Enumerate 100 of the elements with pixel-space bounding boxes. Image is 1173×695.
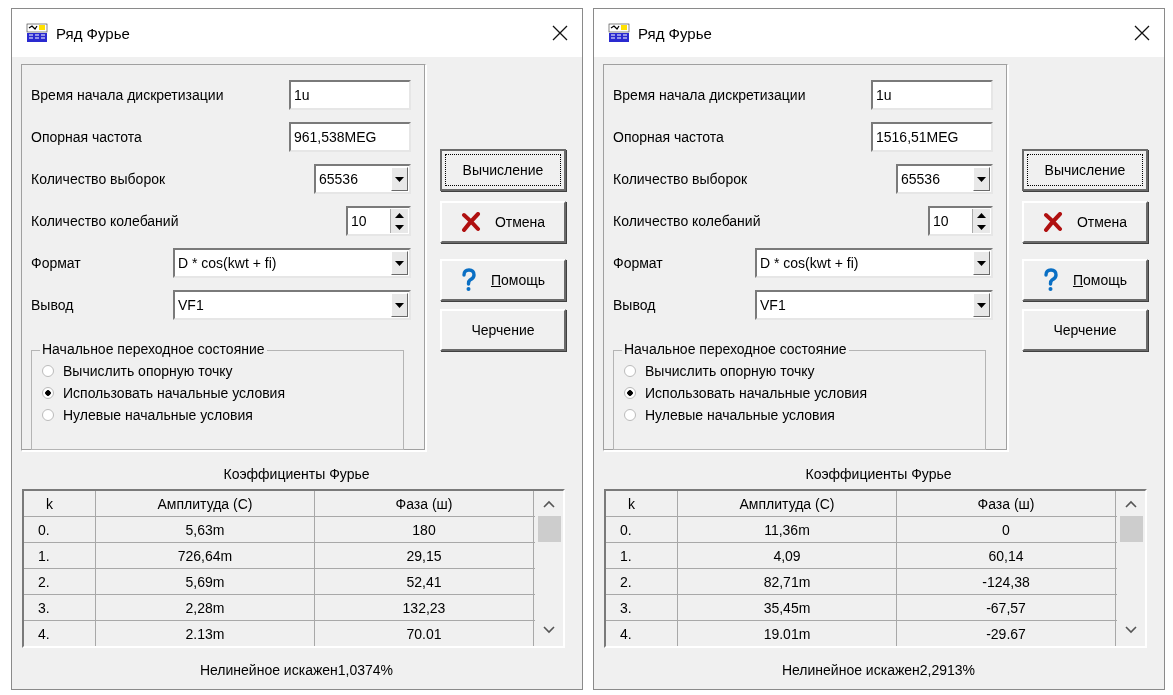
dropdown-field[interactable]: 65536 xyxy=(314,164,411,194)
cross-icon xyxy=(1042,212,1063,232)
scroll-down-icon[interactable] xyxy=(1125,626,1137,634)
section-title: Коэффициенты Фурье xyxy=(804,466,953,484)
table-cell: 0. xyxy=(24,517,96,542)
table-cell: 1. xyxy=(24,543,96,568)
dropdown-arrow-icon[interactable] xyxy=(395,176,404,182)
table-cell: 180 xyxy=(315,517,534,542)
radio-label[interactable]: Вычислить опорную точку xyxy=(645,363,815,379)
table-cell: 82,71m xyxy=(678,569,897,594)
question-mark-icon xyxy=(460,268,477,292)
dropdown-field[interactable]: D * cos(kwt + fi) xyxy=(755,248,993,278)
radio-button[interactable] xyxy=(624,409,636,421)
help-button[interactable]: Помощь xyxy=(1022,259,1148,301)
radio-button[interactable] xyxy=(624,387,636,399)
field-label: Вывод xyxy=(31,297,74,313)
table-cell: 2. xyxy=(606,569,678,594)
distortion-text: Нелинейное искажен1,0374% xyxy=(198,662,395,678)
table-cell: -124,38 xyxy=(897,569,1116,594)
window-title: Ряд Фурье xyxy=(638,24,713,42)
column-header: Фаза (ш) xyxy=(315,491,534,516)
radio-button[interactable] xyxy=(42,409,54,421)
text-field[interactable]: 1u xyxy=(289,80,411,110)
table-cell: 5,63m xyxy=(96,517,315,542)
spin-down-icon[interactable] xyxy=(395,224,404,230)
section-title: Коэффициенты Фурье xyxy=(222,466,371,484)
table-cell: 29,15 xyxy=(315,543,534,568)
radio-button[interactable] xyxy=(624,365,636,377)
action-button[interactable]: Черчение xyxy=(440,309,566,351)
radio-label[interactable]: Нулевые начальные условия xyxy=(63,407,253,423)
table-cell: 4. xyxy=(24,621,96,646)
spin-up-icon[interactable] xyxy=(395,212,404,218)
action-button[interactable]: Вычисление xyxy=(440,149,566,191)
cancel-button[interactable]: Отмена xyxy=(1022,201,1148,243)
dropdown-arrow-icon[interactable] xyxy=(977,176,986,182)
table-cell: 3. xyxy=(606,595,678,620)
window-title: Ряд Фурье xyxy=(56,24,131,42)
cancel-button[interactable]: Отмена xyxy=(440,201,566,243)
field-label: Время начала дискретизации xyxy=(613,87,806,103)
text-field[interactable]: 1516,51MEG xyxy=(871,122,993,152)
close-icon[interactable] xyxy=(1134,25,1150,41)
spin-field[interactable]: 10 xyxy=(928,206,993,236)
field-label: Количество колебаний xyxy=(613,213,761,229)
table-cell: -29.67 xyxy=(897,621,1116,646)
action-button[interactable]: Вычисление xyxy=(1022,149,1148,191)
table-cell: 0 xyxy=(897,517,1116,542)
dropdown-arrow-icon[interactable] xyxy=(395,260,404,266)
dropdown-arrow-icon[interactable] xyxy=(395,302,404,308)
dropdown-field[interactable]: VF1 xyxy=(173,290,411,320)
group-title: Начальное переходное состояние xyxy=(622,341,849,357)
dropdown-field[interactable]: VF1 xyxy=(755,290,993,320)
radio-button[interactable] xyxy=(42,387,54,399)
text-field[interactable]: 1u xyxy=(871,80,993,110)
radio-label[interactable]: Использовать начальные условия xyxy=(63,385,285,401)
table-cell: 726,64m xyxy=(96,543,315,568)
field-label: Опорная частота xyxy=(613,129,724,145)
dropdown-field[interactable]: 65536 xyxy=(896,164,993,194)
dropdown-arrow-icon[interactable] xyxy=(977,302,986,308)
dropdown-arrow-icon[interactable] xyxy=(977,260,986,266)
field-label: Количество выборок xyxy=(31,171,166,187)
spin-field[interactable]: 10 xyxy=(346,206,411,236)
table-cell: 132,23 xyxy=(315,595,534,620)
field-label: Формат xyxy=(31,255,81,271)
help-button[interactable]: Помощь xyxy=(440,259,566,301)
column-header: k xyxy=(24,491,96,516)
table-cell: 2,28m xyxy=(96,595,315,620)
close-icon[interactable] xyxy=(552,25,568,41)
radio-label[interactable]: Нулевые начальные условия xyxy=(645,407,835,423)
table-cell: 2. xyxy=(24,569,96,594)
field-label: Опорная частота xyxy=(31,129,142,145)
radio-button[interactable] xyxy=(42,365,54,377)
spin-up-icon[interactable] xyxy=(977,212,986,218)
table-cell: 4. xyxy=(606,621,678,646)
field-label: Время начала дискретизации xyxy=(31,87,224,103)
app-icon xyxy=(608,23,630,43)
dropdown-field[interactable]: D * cos(kwt + fi) xyxy=(173,248,411,278)
action-button[interactable]: Черчение xyxy=(1022,309,1148,351)
table-cell: 3. xyxy=(24,595,96,620)
scroll-up-icon[interactable] xyxy=(1125,500,1137,508)
scroll-thumb[interactable] xyxy=(537,516,561,542)
distortion-text: Нелинейное искажен2,2913% xyxy=(780,662,977,678)
field-label: Формат xyxy=(613,255,663,271)
scroll-up-icon[interactable] xyxy=(543,500,555,508)
field-label: Количество выборок xyxy=(613,171,748,187)
radio-label[interactable]: Вычислить опорную точку xyxy=(63,363,233,379)
column-header: Фаза (ш) xyxy=(897,491,1116,516)
column-header: Амплитуда (С) xyxy=(96,491,315,516)
field-label: Вывод xyxy=(613,297,656,313)
table-cell: 70.01 xyxy=(315,621,534,646)
scroll-thumb[interactable] xyxy=(1119,516,1143,542)
app-icon xyxy=(26,23,48,43)
text-field[interactable]: 961,538MEG xyxy=(289,122,411,152)
table-cell: 4,09 xyxy=(678,543,897,568)
scroll-down-icon[interactable] xyxy=(543,626,555,634)
table-cell: 35,45m xyxy=(678,595,897,620)
table-cell: 5,69m xyxy=(96,569,315,594)
group-title: Начальное переходное состояние xyxy=(40,341,267,357)
table-cell: 60,14 xyxy=(897,543,1116,568)
spin-down-icon[interactable] xyxy=(977,224,986,230)
radio-label[interactable]: Использовать начальные условия xyxy=(645,385,867,401)
